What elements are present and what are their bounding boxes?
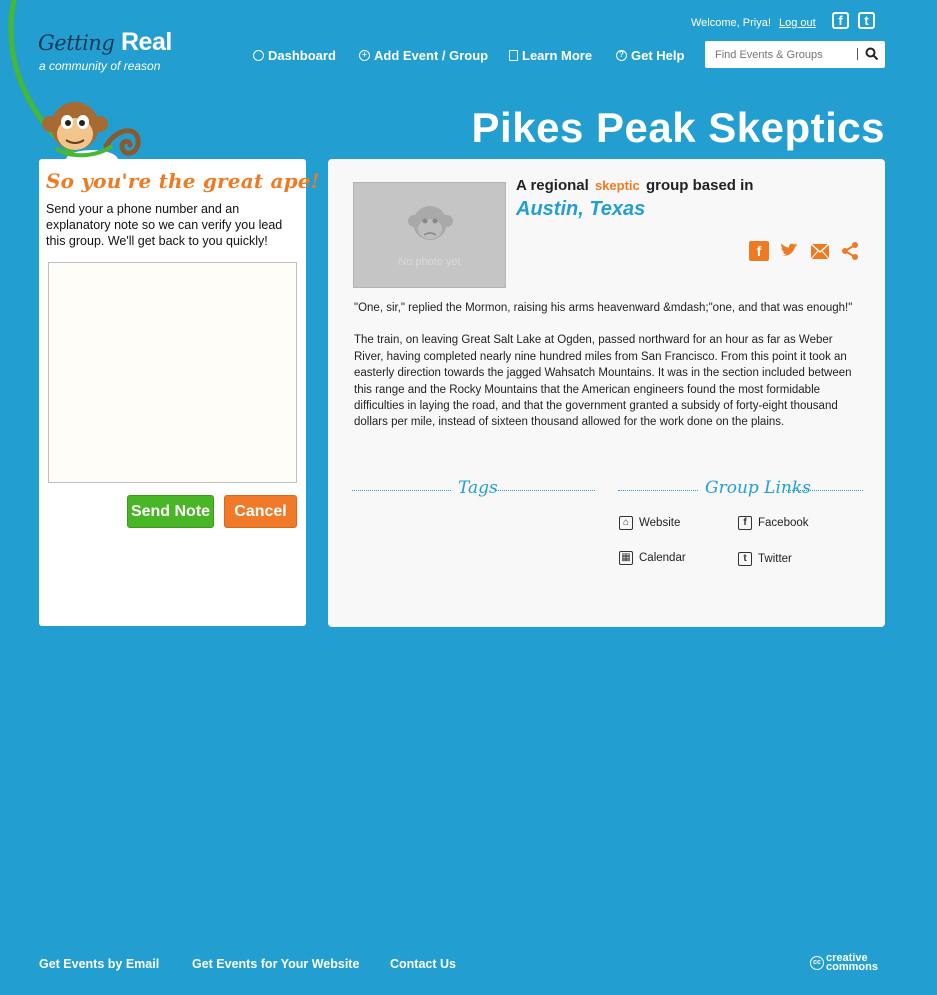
nav-add-event-label: Add Event / Group — [374, 48, 489, 63]
description-paragraph: "One, sir," replied the Mormon, raising … — [354, 302, 853, 314]
twitter-icon[interactable]: t — [858, 12, 875, 29]
website-label: Website — [639, 517, 681, 529]
search-icon[interactable] — [865, 47, 879, 61]
share-twitter-icon[interactable] — [779, 241, 799, 261]
group-description: "One, sir," replied the Mormon, raising … — [354, 300, 862, 447]
calendar-icon: ▦ — [619, 551, 633, 565]
note-panel-title: So you're the great ape! — [46, 169, 320, 193]
footer-events-email[interactable]: Get Events by Email — [39, 957, 159, 971]
logo-tagline: a community of reason — [39, 59, 161, 73]
nav-get-help[interactable]: ? Get Help — [616, 48, 684, 63]
tags-title: Tags — [458, 478, 498, 498]
regional-pre: A regional — [516, 177, 589, 194]
logout-link[interactable]: Log out — [779, 17, 816, 29]
no-photo-caption: No photo yet — [398, 256, 461, 268]
group-photo-placeholder — [353, 182, 506, 288]
nav-dashboard[interactable]: Dashboard — [253, 48, 336, 63]
book-icon — [509, 50, 518, 61]
links-divider-right — [786, 490, 863, 491]
plus-icon: + — [359, 50, 370, 61]
footer-events-website[interactable]: Get Events for Your Website — [192, 957, 359, 971]
cc-line2: commons — [826, 961, 878, 973]
logo-getting: Getting — [38, 31, 115, 55]
tags-divider-left — [352, 490, 451, 491]
clock-icon — [253, 50, 264, 61]
page-title: Pikes Peak Skeptics — [471, 104, 885, 151]
creative-commons-icon: cc — [810, 956, 824, 970]
footer-contact[interactable]: Contact Us — [390, 957, 456, 971]
cc-text: creative commons — [826, 953, 878, 973]
group-links-title: Group Links — [705, 478, 811, 498]
links-divider-left — [618, 490, 698, 491]
nav-dashboard-label: Dashboard — [268, 48, 336, 63]
facebook-icon[interactable]: f — [832, 12, 849, 29]
nav-add-event[interactable]: + Add Event / Group — [359, 48, 488, 63]
calendar-label: Calendar — [639, 552, 686, 564]
welcome-text: Welcome, Priya! — [691, 17, 771, 29]
group-regional-line: A regional skeptic group based in — [516, 177, 753, 194]
group-link-website[interactable]: ⌂ Website — [619, 516, 680, 530]
question-icon: ? — [616, 50, 627, 61]
group-link-facebook[interactable]: f Facebook — [738, 516, 809, 530]
group-link-twitter[interactable]: t Twitter — [738, 552, 792, 566]
group-location[interactable]: Austin, Texas — [516, 198, 645, 221]
logo[interactable]: Getting Real — [38, 26, 172, 57]
nav-get-help-label: Get Help — [631, 48, 685, 63]
search-box — [705, 41, 885, 68]
share-icon[interactable] — [840, 241, 860, 261]
facebook-label: Facebook — [758, 517, 809, 529]
search-divider — [857, 48, 858, 60]
creative-commons-logo[interactable]: cc creative commons — [810, 953, 878, 973]
note-panel-text: Send your a phone number and an explanat… — [46, 202, 283, 248]
logo-real: Real — [121, 28, 172, 56]
description-paragraph: The train, on leaving Great Salt Lake at… — [354, 334, 852, 429]
home-icon: ⌂ — [619, 516, 633, 530]
nav-learn-more[interactable]: Learn More — [509, 48, 592, 63]
twitter-label: Twitter — [758, 553, 792, 565]
share-facebook-icon[interactable]: f — [749, 241, 769, 261]
group-link-calendar[interactable]: ▦ Calendar — [619, 551, 686, 565]
facebook-icon: f — [738, 516, 752, 530]
tags-divider-right — [496, 490, 595, 491]
twitter-icon: t — [738, 552, 752, 566]
monkey-placeholder-icon — [408, 206, 453, 240]
nav-learn-more-label: Learn More — [522, 48, 593, 63]
share-email-icon[interactable] — [810, 241, 830, 261]
search-input[interactable] — [713, 46, 857, 64]
send-note-button[interactable]: Send Note — [127, 495, 214, 528]
monkey-mascot-icon — [42, 102, 141, 168]
note-textarea[interactable] — [48, 262, 297, 483]
regional-type[interactable]: skeptic — [595, 178, 640, 193]
regional-post: group based in — [645, 177, 754, 194]
cancel-button[interactable]: Cancel — [224, 495, 297, 528]
